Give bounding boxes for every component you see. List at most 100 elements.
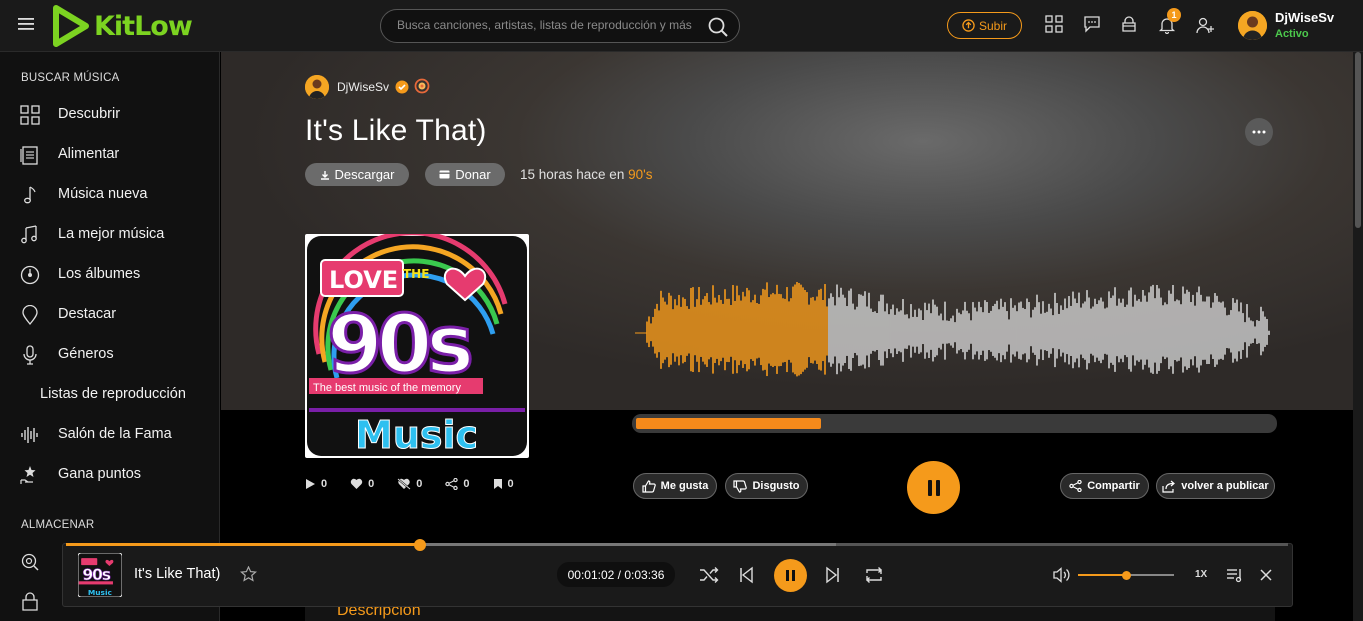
- sidebar-item-label: La mejor música: [58, 226, 165, 242]
- share-button[interactable]: Compartir: [1060, 473, 1149, 499]
- repost-button[interactable]: volver a publicar: [1156, 473, 1275, 499]
- cover-tagline: The best music of the memory: [313, 382, 461, 394]
- sidebar-item-discover[interactable]: Descubrir: [0, 94, 219, 134]
- sidebar-section-browse: BUSCAR MÚSICA: [21, 72, 120, 84]
- volume-icon[interactable]: [1053, 567, 1072, 583]
- donate-button[interactable]: Donar: [425, 163, 505, 186]
- player-cover-music: Music: [88, 588, 112, 597]
- category-link[interactable]: 90's: [628, 167, 652, 182]
- store-search-icon[interactable]: [20, 552, 40, 572]
- top-bar: KitLow Subir 1 DjWiseSv Activo: [0, 0, 1363, 52]
- store-icon[interactable]: [1120, 15, 1138, 33]
- share-icon: [1069, 480, 1082, 492]
- cover-text-90s: 90s: [327, 298, 470, 391]
- broken-heart-icon: [397, 478, 411, 490]
- previous-icon[interactable]: [739, 566, 755, 584]
- avatar[interactable]: [1238, 11, 1267, 40]
- card-icon: [439, 170, 450, 179]
- sidebar-item-label: Géneros: [58, 346, 114, 362]
- app-logo[interactable]: KitLow: [52, 4, 193, 48]
- more-options-button[interactable]: [1245, 118, 1273, 146]
- waveform[interactable]: [635, 268, 1275, 398]
- like-button[interactable]: Me gusta: [633, 473, 717, 499]
- music-note-icon: [20, 185, 40, 205]
- microphone-icon: [20, 345, 40, 365]
- close-icon[interactable]: [1260, 569, 1272, 581]
- playback-speed[interactable]: 1X: [1195, 569, 1207, 580]
- share-icon: [445, 478, 459, 490]
- track-progress-bar[interactable]: [632, 414, 1277, 433]
- sidebar-item-featured[interactable]: Destacar: [0, 294, 219, 334]
- player-cover: 90s Music: [78, 553, 122, 597]
- user-status: Activo: [1275, 28, 1309, 40]
- sidebar-item-earn-points[interactable]: Gana puntos: [0, 454, 219, 494]
- menu-icon[interactable]: [18, 17, 36, 33]
- saves-count: 0: [507, 478, 514, 490]
- sidebar-item-genres[interactable]: Géneros: [0, 334, 219, 374]
- likes-stat[interactable]: 0: [350, 478, 374, 490]
- player-pause-button[interactable]: [774, 559, 807, 592]
- plays-count: 0: [321, 478, 328, 490]
- sidebar-item-new-music[interactable]: Música nueva: [0, 174, 219, 214]
- level-badge-icon: [414, 78, 430, 94]
- player-progress-bar[interactable]: [66, 543, 1288, 546]
- shares-stat[interactable]: 0: [445, 478, 470, 490]
- pause-icon: [927, 479, 940, 496]
- sidebar-item-albums[interactable]: Los álbumes: [0, 254, 219, 294]
- dashboard-icon[interactable]: [1045, 15, 1063, 33]
- verified-badge-icon: [395, 80, 409, 94]
- next-icon[interactable]: [824, 566, 840, 584]
- dislike-button[interactable]: Disgusto: [725, 473, 808, 499]
- soundwave-icon: [20, 425, 40, 445]
- artist-name[interactable]: DjWiseSv: [337, 80, 389, 94]
- volume-handle[interactable]: [1122, 571, 1131, 580]
- sidebar-section-store: ALMACENAR: [21, 519, 95, 531]
- search-box: [380, 9, 740, 43]
- dislikes-stat[interactable]: 0: [397, 478, 422, 490]
- repost-icon: [1162, 480, 1176, 493]
- search-input[interactable]: [397, 18, 695, 32]
- sidebar-item-label: Salón de la Fama: [58, 426, 172, 442]
- sidebar-item-label: Música nueva: [58, 186, 148, 202]
- queue-icon[interactable]: [1226, 567, 1244, 583]
- star-icon[interactable]: [240, 566, 257, 582]
- main-pause-button[interactable]: [907, 461, 960, 514]
- user-name[interactable]: DjWiseSv: [1275, 10, 1334, 25]
- plays-stat[interactable]: 0: [305, 478, 327, 490]
- sidebar-item-feed[interactable]: Alimentar: [0, 134, 219, 174]
- sidebar-item-hall-of-fame[interactable]: Salón de la Fama: [0, 414, 219, 454]
- player-played: [66, 543, 420, 546]
- heart-icon: [350, 478, 363, 489]
- upload-label: Subir: [978, 18, 1007, 33]
- sidebar-item-playlists[interactable]: Listas de reproducción: [0, 374, 219, 414]
- messages-icon[interactable]: [1083, 15, 1101, 33]
- download-button[interactable]: Descargar: [305, 163, 409, 186]
- cover-text-love: LOVE: [329, 266, 398, 294]
- app-name: KitLow: [94, 10, 193, 42]
- thumbs-down-icon: [733, 479, 748, 493]
- play-logo-icon: [53, 5, 89, 47]
- player-seek-handle[interactable]: [414, 539, 426, 551]
- add-user-icon[interactable]: [1195, 16, 1215, 34]
- shuffle-icon[interactable]: [699, 566, 719, 584]
- pin-icon: [20, 305, 40, 325]
- repeat-icon[interactable]: [863, 566, 885, 584]
- sidebar-item-top-music[interactable]: La mejor música: [0, 214, 219, 254]
- upload-button[interactable]: Subir: [947, 12, 1022, 39]
- search-icon[interactable]: [707, 16, 729, 38]
- page-scrollbar[interactable]: [1353, 52, 1363, 621]
- artist-avatar[interactable]: [305, 75, 329, 99]
- track-progress-fill: [636, 418, 821, 429]
- cover-text-the: THE: [403, 267, 429, 281]
- store-bag-icon[interactable]: [20, 592, 40, 612]
- saves-stat[interactable]: 0: [493, 478, 514, 490]
- sidebar-item-label: Gana puntos: [58, 466, 142, 482]
- album-cover: LOVE THE 90s The best music of the memor…: [305, 234, 529, 458]
- player-track-title[interactable]: It's Like That): [134, 566, 220, 582]
- repost-label: volver a publicar: [1181, 480, 1269, 492]
- play-icon: [306, 479, 315, 489]
- scroll-thumb[interactable]: [1355, 52, 1361, 228]
- sidebar-item-label: Los álbumes: [58, 266, 141, 282]
- grid-icon: [20, 105, 40, 125]
- points-icon: [20, 465, 40, 485]
